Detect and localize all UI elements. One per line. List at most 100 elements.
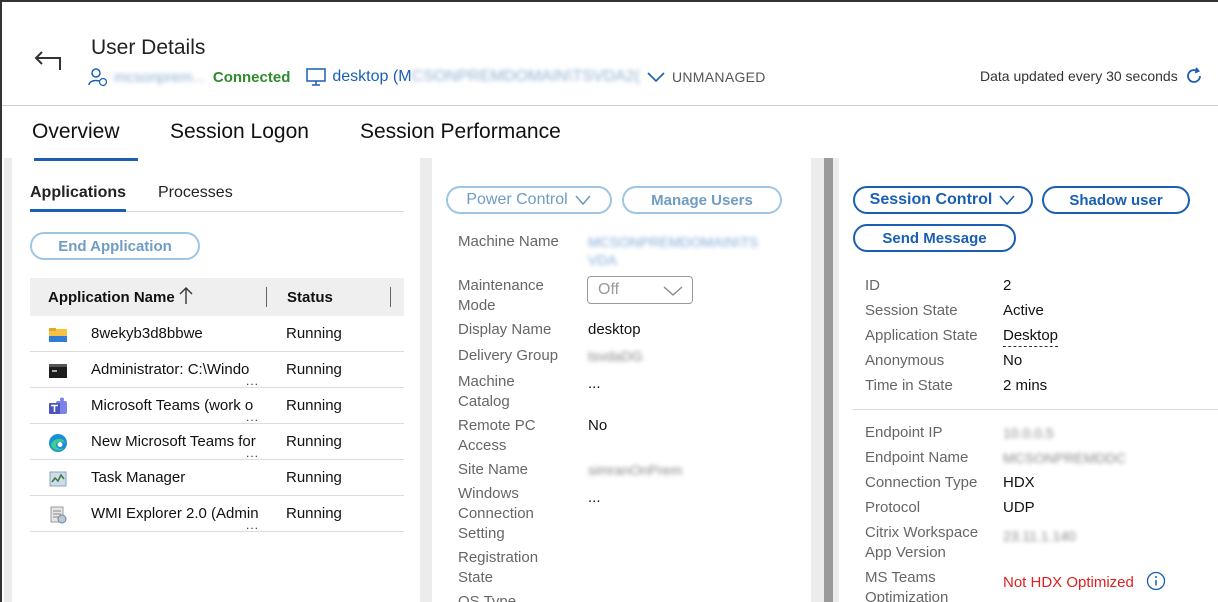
endpoint-ip-value: 10.0.0.5: [1003, 425, 1054, 441]
label-os-type: OS Type: [458, 593, 517, 602]
connection-type-value: HDX: [1003, 474, 1035, 491]
label-windows-connection-setting: Windows Connection Setting: [458, 485, 534, 542]
subtab-applications[interactable]: Applications: [30, 184, 126, 202]
truncation-ellipsis: ...: [246, 410, 260, 424]
display-name-value: desktop: [588, 321, 641, 338]
tab-session-performance[interactable]: Session Performance: [360, 120, 561, 144]
header: User Details mcsonprem... Connected desk…: [2, 2, 1218, 106]
table-row[interactable]: Administrator: C:\Windo ... Running: [30, 352, 404, 388]
main-tabs: Overview Session Logon Session Performan…: [2, 120, 1218, 156]
chevron-down-icon: [999, 195, 1015, 206]
machine-link[interactable]: desktop (MCSONPREMDOMAIN\TSVDA2(: [332, 68, 640, 86]
folder-icon: [49, 328, 67, 342]
application-status: Running: [286, 397, 342, 414]
user-icon: [88, 68, 108, 87]
refresh-icon[interactable]: [1184, 66, 1204, 86]
end-application-button[interactable]: End Application: [30, 232, 200, 260]
time-in-state-value: 2 mins: [1003, 377, 1048, 394]
label-site-name: Site Name: [458, 461, 529, 478]
tab-session-logon[interactable]: Session Logon: [170, 120, 309, 144]
applications-panel: Applications Processes End Application A…: [12, 158, 420, 602]
ms-teams-optimization-value: Not HDX Optimized: [1003, 571, 1166, 593]
truncation-ellipsis: ...: [246, 518, 260, 532]
power-control-button[interactable]: Power Control: [446, 186, 612, 214]
table-row[interactable]: New Microsoft Teams for ... Running: [30, 424, 404, 460]
edge-icon: [49, 434, 67, 452]
label-workspace-app-version: Citrix Workspace App Version: [865, 524, 979, 561]
chevron-down-icon[interactable]: [646, 70, 666, 84]
application-name: New Microsoft Teams for: [91, 433, 256, 450]
windows-connection-value: ...: [588, 489, 601, 506]
os-type-value: ...: [588, 594, 601, 602]
subtab-processes[interactable]: Processes: [158, 184, 233, 202]
label-connection-type: Connection Type: [865, 474, 978, 491]
table-row[interactable]: 8wekyb3d8bbwe Running: [30, 316, 404, 352]
maintenance-mode-value: Off: [598, 281, 620, 298]
session-panel: Session Control Shadow user Send Message…: [839, 158, 1218, 602]
endpoint-name-value: MCSONPREMDDC: [1003, 450, 1126, 466]
label-maintenance-mode: Maintenance Mode: [458, 277, 544, 314]
table-row[interactable]: WMI Explorer 2.0 (Admin ... Running: [30, 496, 404, 532]
truncation-ellipsis: ...: [246, 446, 260, 460]
sort-ascending-icon[interactable]: [178, 286, 194, 306]
label-anonymous: Anonymous: [865, 352, 945, 369]
column-separator[interactable]: [390, 287, 391, 307]
label-registration-state: Registration State: [458, 549, 539, 586]
label-delivery-group: Delivery Group: [458, 347, 559, 364]
application-state-value[interactable]: Desktop: [1003, 326, 1059, 347]
application-name: Task Manager: [91, 469, 186, 486]
column-separator[interactable]: [266, 287, 267, 307]
back-arrow-icon[interactable]: [32, 48, 64, 72]
scrollbar[interactable]: [811, 158, 839, 602]
application-status: Running: [286, 469, 342, 486]
label-session-state: Session State: [865, 302, 958, 319]
session-id-value: 2: [1003, 277, 1012, 294]
label-remote-pc-access: Remote PC Access: [458, 417, 536, 454]
label-machine-name: Machine Name: [458, 233, 559, 250]
app-subtabs: Applications Processes: [30, 184, 404, 212]
session-control-button[interactable]: Session Control: [853, 186, 1033, 214]
maintenance-mode-select[interactable]: Off: [587, 276, 693, 304]
truncation-ellipsis: ...: [246, 374, 260, 388]
machine-name-line1[interactable]: MCSONPREMDOMAIN\TS: [588, 232, 758, 252]
machine-panel: Power Control Manage Users Machine Name …: [432, 158, 811, 602]
label-protocol: Protocol: [865, 499, 921, 516]
manage-users-button[interactable]: Manage Users: [622, 186, 782, 214]
column-application-name[interactable]: Application Name: [48, 289, 175, 306]
delivery-group-value: tsvdaDG: [588, 348, 643, 364]
info-icon[interactable]: [1146, 571, 1166, 591]
updated-text: Data updated every 30 seconds: [980, 68, 1178, 84]
label-endpoint-name: Endpoint Name: [865, 449, 969, 466]
application-name: Administrator: C:\Windo: [91, 361, 250, 378]
machine-name-line2[interactable]: VDA: [588, 250, 617, 270]
label-time-in-state: Time in State: [865, 377, 953, 394]
chevron-down-icon: [575, 195, 591, 206]
table-header: Application Name Status: [30, 278, 404, 316]
management-status: UNMANAGED: [671, 69, 766, 85]
chevron-down-icon: [663, 286, 683, 296]
label-display-name: Display Name: [458, 321, 552, 338]
label-machine-catalog: Machine Catalog: [458, 373, 515, 410]
ms-teams-status-text: Not HDX Optimized: [1003, 574, 1134, 591]
shadow-user-button[interactable]: Shadow user: [1042, 186, 1190, 214]
refresh-info: Data updated every 30 seconds: [980, 66, 1204, 86]
console-icon: [49, 364, 67, 378]
username[interactable]: mcsonprem...: [114, 69, 205, 86]
wmi-explorer-icon: [50, 506, 67, 524]
section-underline: [34, 158, 138, 161]
send-message-button[interactable]: Send Message: [853, 224, 1016, 252]
section-divider: [853, 409, 1218, 410]
column-status[interactable]: Status: [287, 289, 333, 306]
machine-catalog-value: ...: [588, 375, 601, 392]
remote-pc-access-value: No: [588, 417, 608, 434]
workspace-version-value: 23.11.1.140: [1003, 528, 1076, 544]
session-state-value: Active: [1003, 302, 1044, 319]
application-status: Running: [286, 433, 342, 450]
task-manager-icon: [49, 471, 67, 487]
protocol-value: UDP: [1003, 499, 1035, 516]
site-name-value: simranOnPrem: [588, 462, 683, 478]
table-row[interactable]: Microsoft Teams (work o ... Running: [30, 388, 404, 424]
tab-overview[interactable]: Overview: [32, 120, 120, 144]
table-row[interactable]: Task Manager Running: [30, 460, 404, 496]
application-status: Running: [286, 505, 342, 522]
